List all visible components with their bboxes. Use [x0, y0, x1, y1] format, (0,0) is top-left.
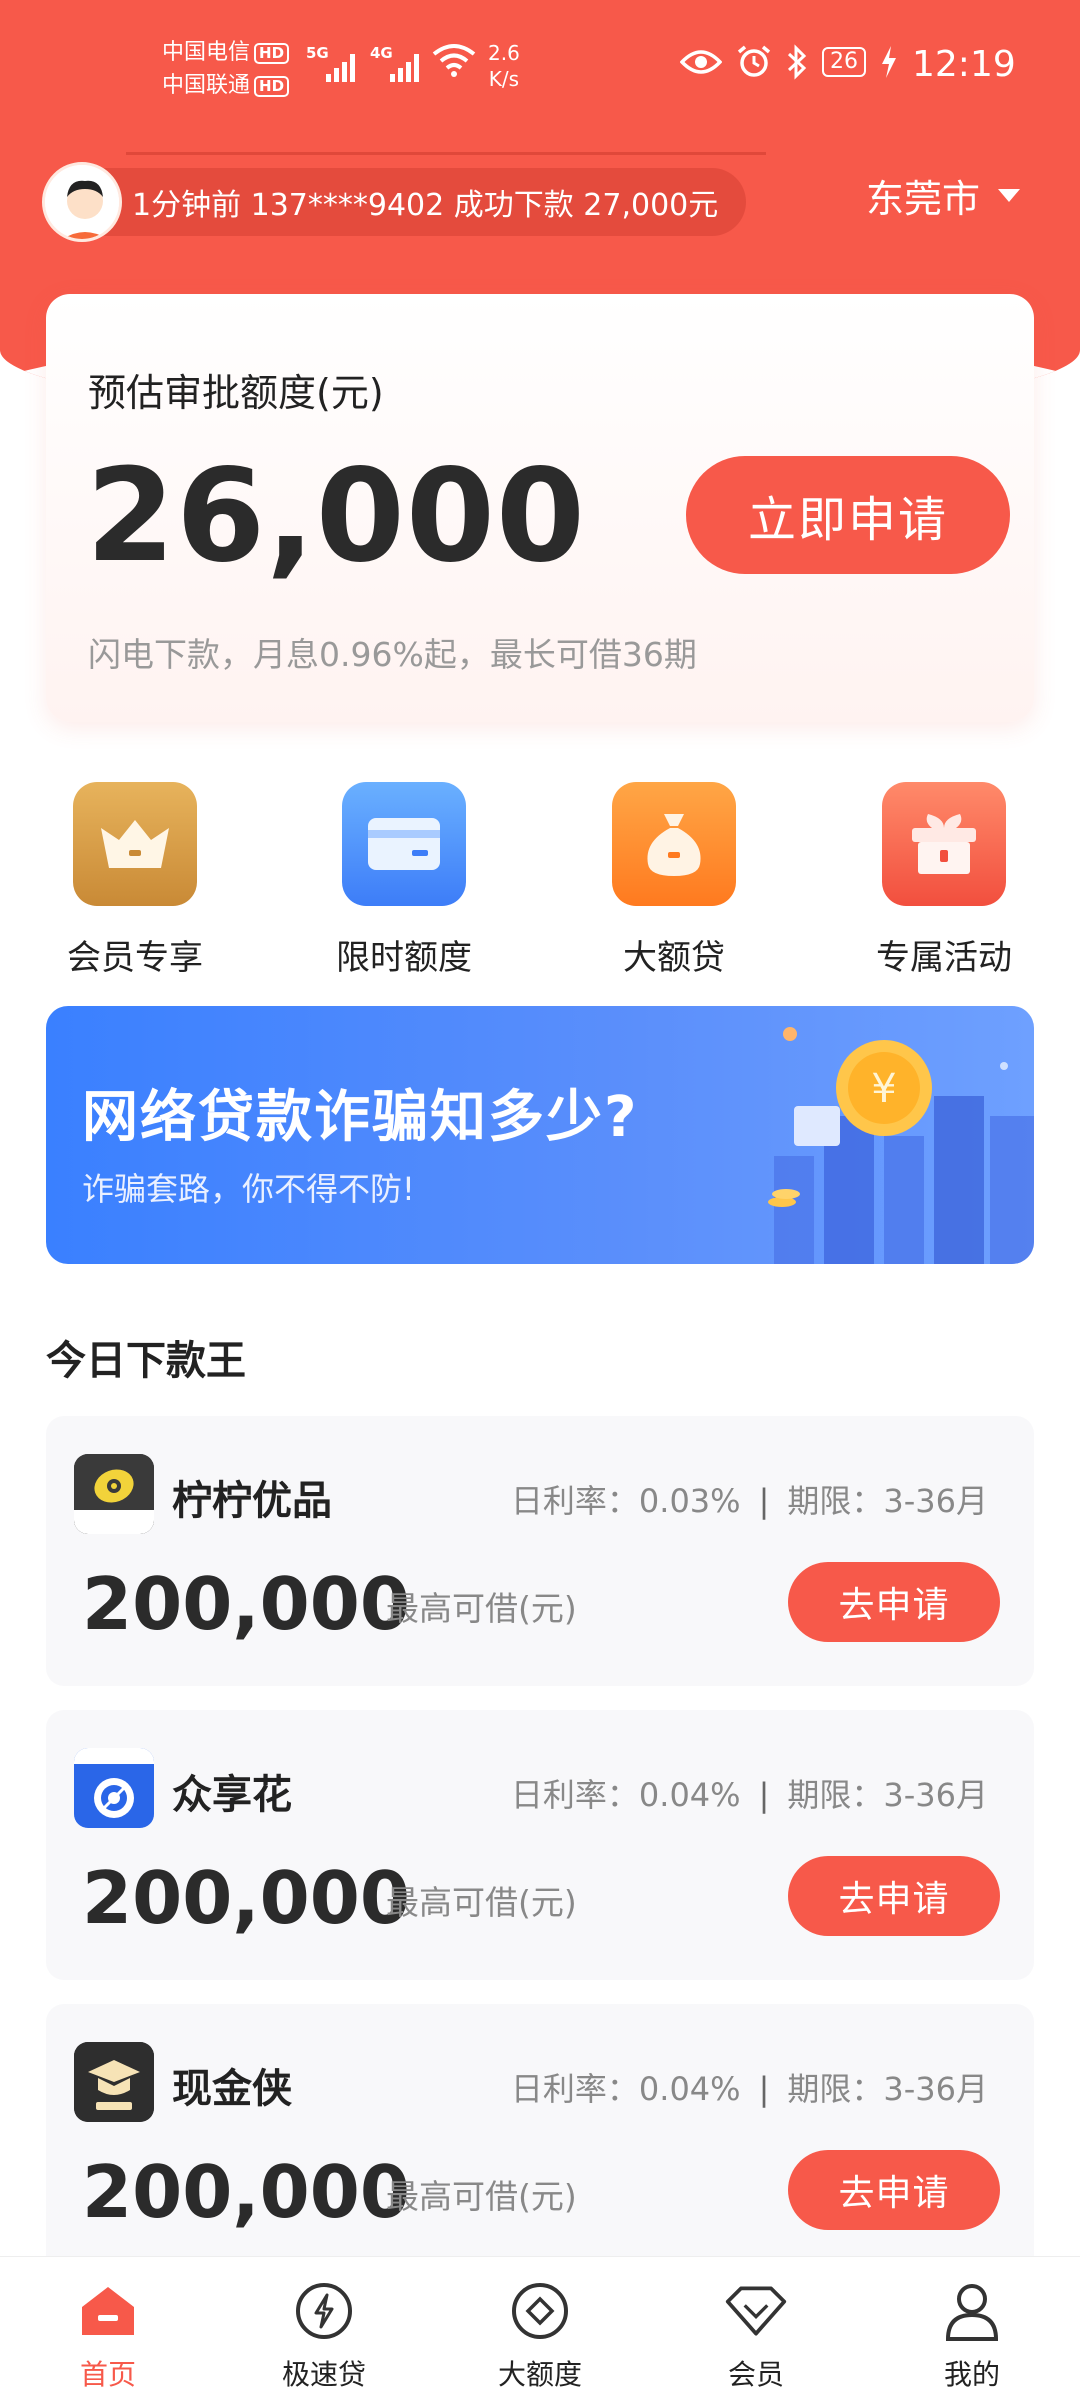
- separator: |: [758, 2070, 770, 2108]
- lemon-logo-icon: [74, 1454, 154, 1534]
- loan-name: 柠柠优品: [172, 1478, 332, 1524]
- loan-term: 期限：3-36月: [787, 1482, 988, 1520]
- apply-button[interactable]: 去申请: [788, 2150, 1000, 2230]
- quick-entries: 会员专享 限时额度 大额贷 专属活动: [0, 782, 1080, 982]
- apply-button[interactable]: 去申请: [788, 1856, 1000, 1936]
- tab-express-loan[interactable]: 极速贷: [216, 2257, 432, 2400]
- loan-amount: 200,000: [82, 1856, 410, 1940]
- loan-rate: 日利率：0.04%: [510, 2070, 741, 2108]
- loan-rate: 日利率：0.03%: [510, 1482, 741, 1520]
- tab-label: 极速贷: [281, 2358, 366, 2391]
- loan-card: 柠柠优品 日利率：0.03% | 期限：3-36月 200,000 最高可借(元) …: [46, 1416, 1034, 1686]
- city-selector[interactable]: 东莞市: [866, 168, 1020, 223]
- svg-text:¥: ¥: [871, 1066, 896, 1112]
- ticker-text: 1分钟前 137****9402 成功下款 27,000元: [132, 188, 719, 223]
- network-speed: 2.6 K/s: [488, 40, 520, 92]
- diamond-circle-icon: [508, 2279, 572, 2343]
- entry-exclusive-activity[interactable]: 专属活动: [844, 782, 1044, 979]
- zhongxianghua-logo-icon: [74, 1748, 154, 1828]
- tab-label: 我的: [943, 2358, 1000, 2391]
- money-bag-icon: [612, 782, 736, 906]
- gem-icon: [724, 2279, 788, 2343]
- wifi-icon: [432, 44, 476, 77]
- entry-label: 专属活动: [876, 938, 1012, 978]
- hd-badge: HD: [254, 42, 290, 64]
- loan-amount-label: 最高可借(元): [386, 1589, 577, 1628]
- apply-now-button[interactable]: 立即申请: [686, 456, 1010, 574]
- city-label: 东莞市: [865, 177, 980, 221]
- loan-rate-term: 日利率：0.03% | 期限：3-36月: [511, 1476, 988, 1522]
- battery-icon: 26: [822, 47, 866, 77]
- loan-name: 众享花: [172, 1772, 292, 1818]
- alarm-icon: [737, 45, 771, 77]
- clock: 12:19: [912, 44, 1016, 85]
- entry-limited-quota[interactable]: 限时额度: [304, 782, 504, 979]
- avatar: [42, 162, 122, 242]
- entry-large-loan[interactable]: 大额贷: [574, 782, 774, 979]
- loan-card: 现金侠 日利率：0.04% | 期限：3-36月 200,000 最高可借(元) 去…: [46, 2004, 1034, 2274]
- charging-icon: [882, 46, 896, 78]
- crown-icon: [73, 782, 197, 906]
- entry-label: 会员专享: [67, 938, 203, 978]
- tab-label: 会员: [727, 2358, 784, 2391]
- carrier-2: 中国联通: [162, 73, 251, 98]
- entry-label: 限时额度: [336, 938, 472, 978]
- user-icon: [940, 2279, 1004, 2343]
- tab-label: 首页: [79, 2358, 136, 2391]
- tab-large-quota[interactable]: 大额度: [432, 2257, 648, 2400]
- section-title: 今日下款王: [46, 1338, 246, 1384]
- quota-description: 闪电下款，月息0.96%起，最长可借36期: [88, 635, 697, 674]
- loan-name: 现金侠: [172, 2066, 292, 2112]
- bottom-tab-bar: 首页 极速贷 大额度 会员 我的: [0, 2256, 1080, 2400]
- loan-rate-term: 日利率：0.04% | 期限：3-36月: [511, 1770, 988, 1816]
- loan-card: 众享花 日利率：0.04% | 期限：3-36月 200,000 最高可借(元) 去…: [46, 1710, 1034, 1980]
- status-icons: 26: [680, 44, 898, 80]
- signal-1-icon: [326, 48, 355, 82]
- entry-member-exclusive[interactable]: 会员专享: [35, 782, 235, 979]
- loan-amount: 200,000: [82, 2150, 410, 2234]
- tab-label: 大额度: [497, 2358, 582, 2391]
- xianjinxia-logo-icon: [74, 2042, 154, 2122]
- loan-amount-label: 最高可借(元): [386, 1883, 577, 1922]
- quota-label: 预估审批额度(元): [88, 371, 384, 415]
- loan-rate: 日利率：0.04%: [510, 1776, 741, 1814]
- carrier-1: 中国电信: [162, 40, 251, 65]
- tab-member[interactable]: 会员: [648, 2257, 864, 2400]
- anti-fraud-banner[interactable]: 网络贷款诈骗知多少? 诈骗套路，你不得不防! ¥: [46, 1006, 1034, 1264]
- coin-city-illustration: ¥: [768, 1027, 1034, 1264]
- tab-home[interactable]: 首页: [0, 2257, 216, 2400]
- lightning-icon: [292, 2279, 356, 2343]
- loan-rate-term: 日利率：0.04% | 期限：3-36月: [511, 2064, 988, 2110]
- quota-card: 预估审批额度(元) 26,000 立即申请 闪电下款，月息0.96%起，最长可借…: [46, 294, 1034, 722]
- tab-mine[interactable]: 我的: [864, 2257, 1080, 2400]
- banner-subtitle: 诈骗套路，你不得不防!: [82, 1170, 415, 1208]
- loan-term: 期限：3-36月: [787, 1776, 988, 1814]
- user-avatar-icon: [45, 165, 119, 239]
- chevron-down-icon: [998, 189, 1020, 202]
- ticker-decoration: [126, 152, 766, 155]
- hd-badge: HD: [254, 75, 290, 97]
- apply-button[interactable]: 去申请: [788, 1562, 1000, 1642]
- entry-label: 大额贷: [623, 938, 725, 978]
- loan-amount-label: 最高可借(元): [386, 2177, 577, 2216]
- bluetooth-icon: [787, 44, 807, 80]
- eye-icon: [680, 50, 722, 74]
- loan-amount: 200,000: [82, 1562, 410, 1646]
- banner-title: 网络贷款诈骗知多少?: [82, 1085, 639, 1150]
- loan-ticker[interactable]: 1分钟前 137****9402 成功下款 27,000元: [42, 152, 766, 242]
- gift-icon: [882, 782, 1006, 906]
- signal-2-icon: [390, 48, 419, 82]
- speed-value: 2.6: [488, 41, 520, 65]
- home-icon: [76, 2279, 140, 2343]
- card-icon: [342, 782, 466, 906]
- separator: |: [758, 1482, 770, 1520]
- separator: |: [758, 1776, 770, 1814]
- loan-term: 期限：3-36月: [787, 2070, 988, 2108]
- quota-amount: 26,000: [86, 442, 586, 591]
- speed-unit: K/s: [488, 67, 520, 91]
- status-bar: 中国电信 HD 中国联通 HD 5G 4G 2.6 K/s 26 12:19: [0, 0, 1080, 140]
- carrier-info: 中国电信 HD 中国联通 HD: [162, 36, 290, 102]
